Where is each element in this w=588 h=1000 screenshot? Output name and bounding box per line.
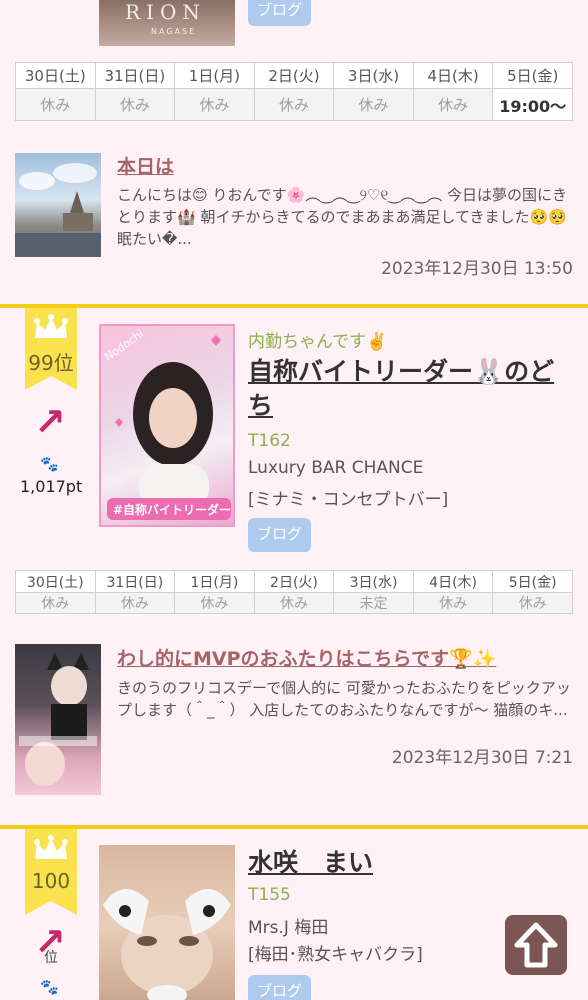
rank-number: 100 — [31, 869, 71, 893]
height: T155 — [248, 885, 291, 905]
blog-thumbnail[interactable] — [15, 644, 101, 795]
schedule-status: 未定 — [333, 592, 414, 614]
blog-button[interactable]: ブログ — [248, 518, 311, 552]
blog-title-link[interactable]: 本日は — [117, 152, 174, 179]
schedule-day: 3日(水) — [333, 62, 414, 89]
schedule-status: 休み — [412, 88, 494, 121]
area-category: [ミナミ・コンセプトバー] — [248, 490, 449, 510]
cosplay-photo-icon — [19, 652, 97, 786]
schedule-day: 2日(火) — [253, 570, 335, 593]
arrow-up-icon — [514, 922, 558, 968]
rank-badge: 99位 — [25, 308, 77, 390]
shop-name[interactable]: Luxury BAR CHANCE — [248, 458, 423, 478]
schedule-day: 2日(火) — [253, 62, 335, 89]
schedule-day: 31日(日) — [94, 570, 176, 593]
paw-icon: 🐾 — [40, 978, 59, 996]
blog-excerpt: こんにちは😊 りおんです🌸︵‿︵‿୨♡୧‿︵‿︵ 今日は夢の国にきとります🏰 朝… — [117, 186, 568, 248]
arrow-up-right-icon: ↗ — [34, 400, 66, 444]
portrait-icon — [103, 888, 231, 1000]
schedule-status: 休み — [253, 88, 335, 121]
shop-name[interactable]: Mrs.J 梅田 — [248, 913, 328, 938]
profile-photo[interactable] — [99, 845, 235, 1000]
blog-date: 2023年12月30日 7:21 — [391, 748, 573, 768]
blog-thumbnail[interactable] — [15, 153, 101, 257]
schedule-day: 1日(月) — [174, 570, 255, 593]
cast-name-link[interactable]: 自称バイトリーダー🐰のどち — [248, 355, 568, 423]
schedule-status: 休み — [174, 88, 255, 121]
blog-button[interactable]: ブログ — [248, 975, 311, 1000]
schedule-status: 休み — [253, 592, 335, 614]
schedule-day: 30日(土) — [15, 62, 96, 89]
schedule-day: 31日(日) — [94, 62, 176, 89]
card-divider — [0, 825, 588, 829]
paw-icon: 🐾 — [40, 455, 59, 473]
cast-name-link[interactable]: 水咲 まい — [248, 846, 568, 880]
portrait-icon: Nodochi #自称バイトリーダー — [102, 327, 231, 520]
schedule-status: 休み — [15, 592, 96, 614]
scroll-to-top-button[interactable] — [505, 915, 567, 975]
area-category: [梅田･熟女キャバクラ] — [248, 945, 423, 965]
schedule-day: 3日(水) — [333, 570, 414, 593]
blog-title-link[interactable]: わし的にMVPのおふたりはこちらです🏆✨ — [117, 644, 496, 671]
catchphrase: 内勤ちゃんです✌️ — [248, 332, 388, 352]
schedule-table: 30日(土) 31日(日) 1日(月) 2日(火) 3日(水) 4日(木) 5日… — [15, 62, 573, 121]
schedule-day: 4日(木) — [412, 62, 494, 89]
rank-suffix: 位 — [44, 950, 58, 966]
castle-photo-icon — [15, 163, 101, 257]
blog-excerpt: きのうのフリコスデーで個人的に 可愛かったおふたりをピックアップします（＾_＾）… — [117, 679, 571, 719]
rank-badge: 100 — [25, 829, 77, 915]
schedule-table: 30日(土) 31日(日) 1日(月) 2日(火) 3日(水) 4日(木) 5日… — [15, 570, 573, 614]
blog-button[interactable]: ブログ — [248, 0, 311, 26]
profile-photo[interactable]: RION NAGASE — [99, 0, 235, 46]
schedule-status: 休み — [94, 592, 176, 614]
schedule-status: 休み — [492, 592, 573, 614]
schedule-status: 休み — [333, 88, 414, 121]
schedule-day: 1日(月) — [174, 62, 255, 89]
blog-date: 2023年12月30日 13:50 — [381, 259, 573, 279]
schedule-day: 30日(土) — [15, 570, 96, 593]
schedule-status: 休み — [94, 88, 176, 121]
crown-icon — [34, 314, 68, 338]
schedule-day: 5日(金) — [492, 570, 573, 593]
photo-caption-top: Nodochi — [102, 327, 146, 363]
schedule-day: 5日(金) — [492, 62, 573, 89]
photo-logo-subtext: NAGASE — [151, 27, 197, 36]
schedule-status: 休み — [412, 592, 494, 614]
schedule-status: 休み — [15, 88, 96, 121]
photo-logo-text: RION — [125, 0, 206, 24]
points-value: 1,017pt — [20, 477, 83, 496]
schedule-status-working: 19:00〜 — [492, 88, 573, 121]
schedule-day: 4日(木) — [412, 570, 494, 593]
crown-icon — [34, 835, 68, 859]
photo-caption-bottom: #自称バイトリーダー — [113, 502, 231, 517]
height: T162 — [248, 431, 291, 451]
card-divider — [0, 304, 588, 308]
schedule-status: 休み — [174, 592, 255, 614]
profile-photo[interactable]: Nodochi #自称バイトリーダー — [99, 324, 235, 527]
rank-number: 99位 — [28, 351, 74, 375]
